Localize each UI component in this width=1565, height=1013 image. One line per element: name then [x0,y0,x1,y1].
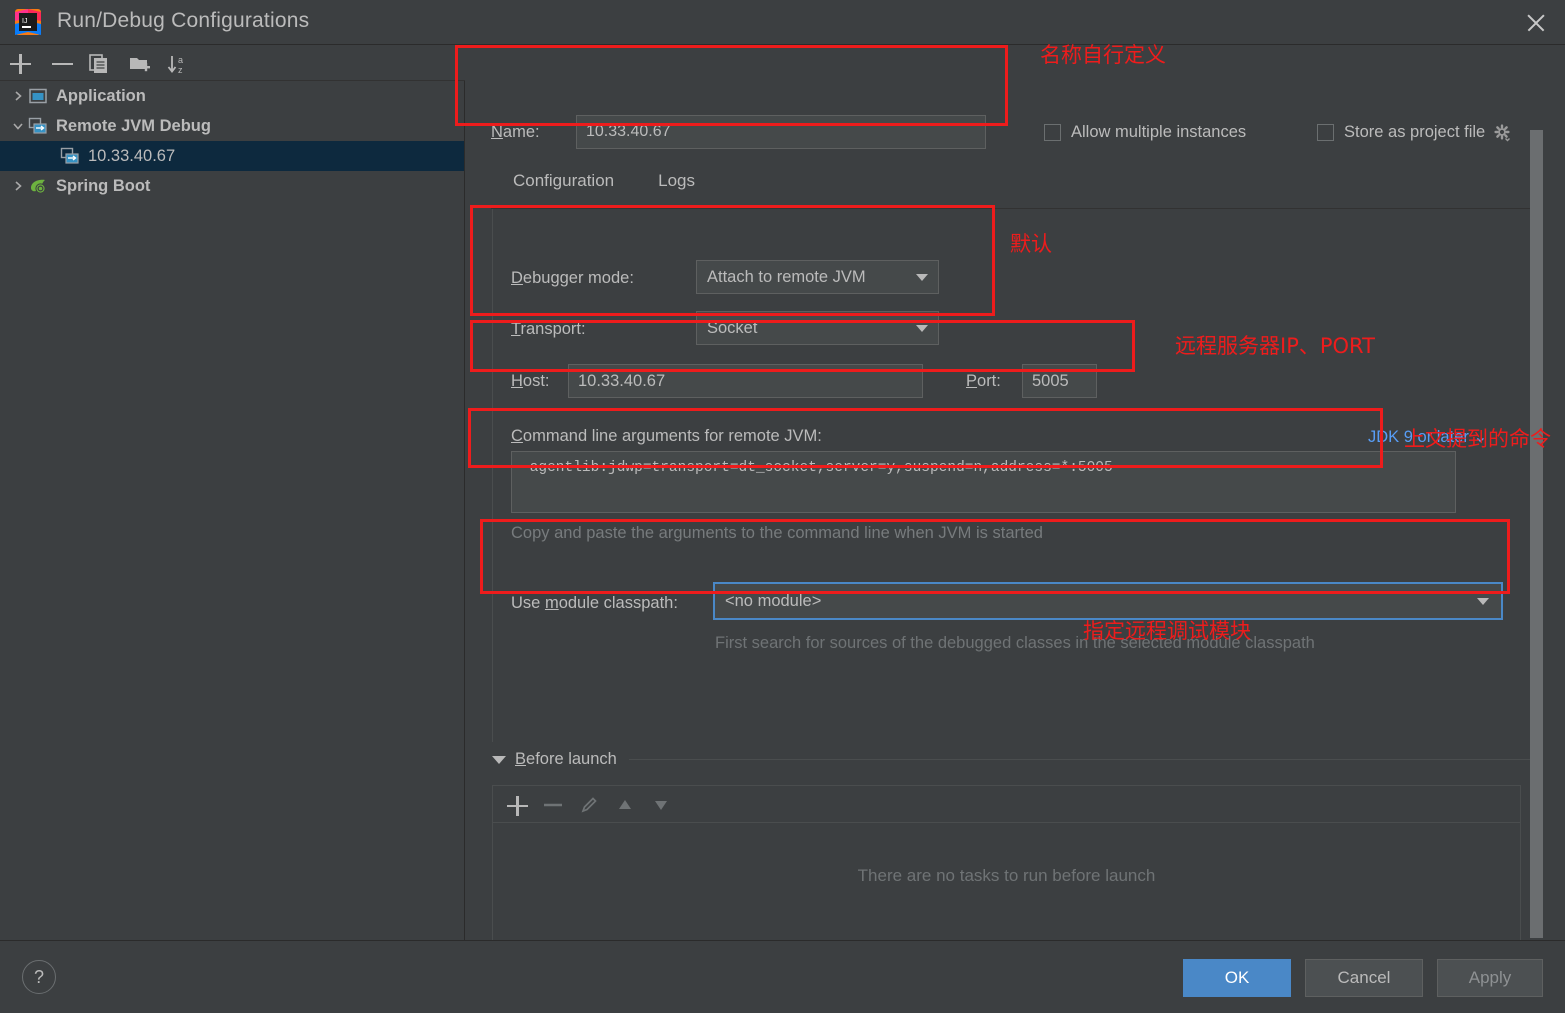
debugger-mode-label: Debugger mode: [511,269,634,287]
remote-jvm-debug-icon [60,146,82,166]
host-label: Host: [511,372,550,390]
remove-configuration-button[interactable] [52,53,74,75]
before-launch-toolbar [492,785,1521,822]
add-task-button[interactable] [507,795,528,816]
add-configuration-button[interactable] [10,53,32,75]
transport-row: Transport: [511,320,586,339]
allow-multiple-instances-checkbox[interactable] [1044,124,1061,141]
tab-configuration[interactable]: Configuration [491,163,637,208]
svg-text:a: a [178,55,183,65]
configuration-settings: Debugger mode: Attach to remote JVM Tran… [492,209,1539,742]
tree-item-spring-boot[interactable]: Spring Boot [0,171,464,201]
before-launch-header: Before launch [492,750,1539,769]
transport-value: Socket [707,318,758,337]
move-up-button [619,800,631,809]
copy-configuration-button[interactable] [88,53,110,75]
store-as-project-file-row[interactable]: Store as project file [1317,123,1511,142]
window-title-bar: IJ Run/Debug Configurations [0,0,1565,45]
before-launch-title: Before launch [515,750,617,768]
tree-item-remote-jvm-debug[interactable]: Remote JVM Debug [0,111,464,141]
chevron-right-icon[interactable] [8,180,28,192]
edit-task-button [581,797,597,813]
configurations-toolbar: a z [0,45,465,81]
tree-item-label: Spring Boot [56,176,151,195]
module-classpath-value: <no module> [725,591,822,610]
editor-tabs: Configuration Logs [491,163,1539,209]
debugger-mode-value: Attach to remote JVM [707,267,866,286]
svg-text:IJ: IJ [22,18,27,25]
store-as-project-file-checkbox[interactable] [1317,124,1334,141]
remove-task-button [543,795,563,815]
chevron-right-icon[interactable] [8,90,28,102]
chevron-down-icon [916,325,928,332]
ok-button[interactable]: OK [1183,959,1291,997]
tree-item-label: Remote JVM Debug [56,116,211,135]
name-label: Name: [491,123,540,141]
new-folder-button[interactable] [128,53,150,75]
annotation-module-note: 指定远程调试模块 [1083,619,1251,643]
window-title: Run/Debug Configurations [57,9,310,32]
debugger-mode-row: Debugger mode: [511,269,634,288]
chevron-down-icon[interactable] [8,120,28,132]
tab-logs[interactable]: Logs [636,163,717,208]
debugger-mode-combo[interactable]: Attach to remote JVM [696,260,939,294]
tree-item-application[interactable]: Application [0,81,464,111]
divider [628,759,1539,760]
port-row: Port: [966,372,1001,391]
svg-text:z: z [178,65,183,75]
close-icon[interactable] [1521,8,1551,38]
before-launch-empty-text: There are no tasks to run before launch [857,866,1156,885]
allow-multiple-instances-label: Allow multiple instances [1071,123,1247,141]
help-button[interactable]: ? [22,960,56,994]
transport-combo[interactable]: Socket [696,311,939,345]
chevron-down-icon [916,274,928,281]
store-as-project-file-label: Store as project file [1344,123,1486,141]
host-row: Host: [511,372,550,391]
gear-icon[interactable] [1493,123,1511,142]
configurations-tree: Application Remote JVM Debug 10.33.40.67… [0,81,465,1003]
annotation-command-note: 上文提到的命令 [1404,427,1551,451]
move-down-button [655,801,667,810]
tree-item-label: 10.33.40.67 [88,146,176,165]
intellij-idea-logo-icon: IJ [15,9,41,35]
scrollbar-thumb[interactable] [1530,130,1543,938]
command-line-arguments-textarea[interactable]: -agentlib:jdwp=transport=dt_socket,serve… [511,451,1456,513]
tree-item-10-33-40-67[interactable]: 10.33.40.67 [0,141,464,171]
vertical-scrollbar[interactable] [1530,130,1543,938]
cancel-button[interactable]: Cancel [1305,959,1423,997]
port-input[interactable] [1022,364,1097,398]
chevron-down-icon [1477,598,1489,605]
dialog-button-bar: ? OK Cancel Apply CSDN @AI_Frank [0,940,1565,1013]
configuration-editor-panel: Name: Allow multiple instances Store as … [466,45,1565,985]
remote-jvm-debug-icon [28,116,50,136]
host-input[interactable] [568,364,923,398]
annotation-host-port-note: 远程服务器IP、PORT [1175,334,1375,358]
application-icon [28,86,50,106]
annotation-default-note: 默认 [1010,232,1052,256]
command-line-arguments-label: Command line arguments for remote JVM: [511,427,822,445]
apply-button: Apply [1437,959,1543,997]
annotation-name-note: 名称自行定义 [1040,43,1166,67]
port-label: Port: [966,372,1001,390]
transport-label: Transport: [511,320,586,338]
name-input[interactable] [576,115,986,149]
spring-boot-icon [28,176,50,196]
module-classpath-label: Use module classpath: [511,594,678,612]
allow-multiple-instances-row[interactable]: Allow multiple instances [1044,123,1246,142]
chevron-down-icon[interactable] [492,755,506,764]
command-line-hint: Copy and paste the arguments to the comm… [511,524,1043,542]
tree-item-label: Application [56,86,146,105]
sort-configurations-button[interactable]: a z [167,53,189,75]
